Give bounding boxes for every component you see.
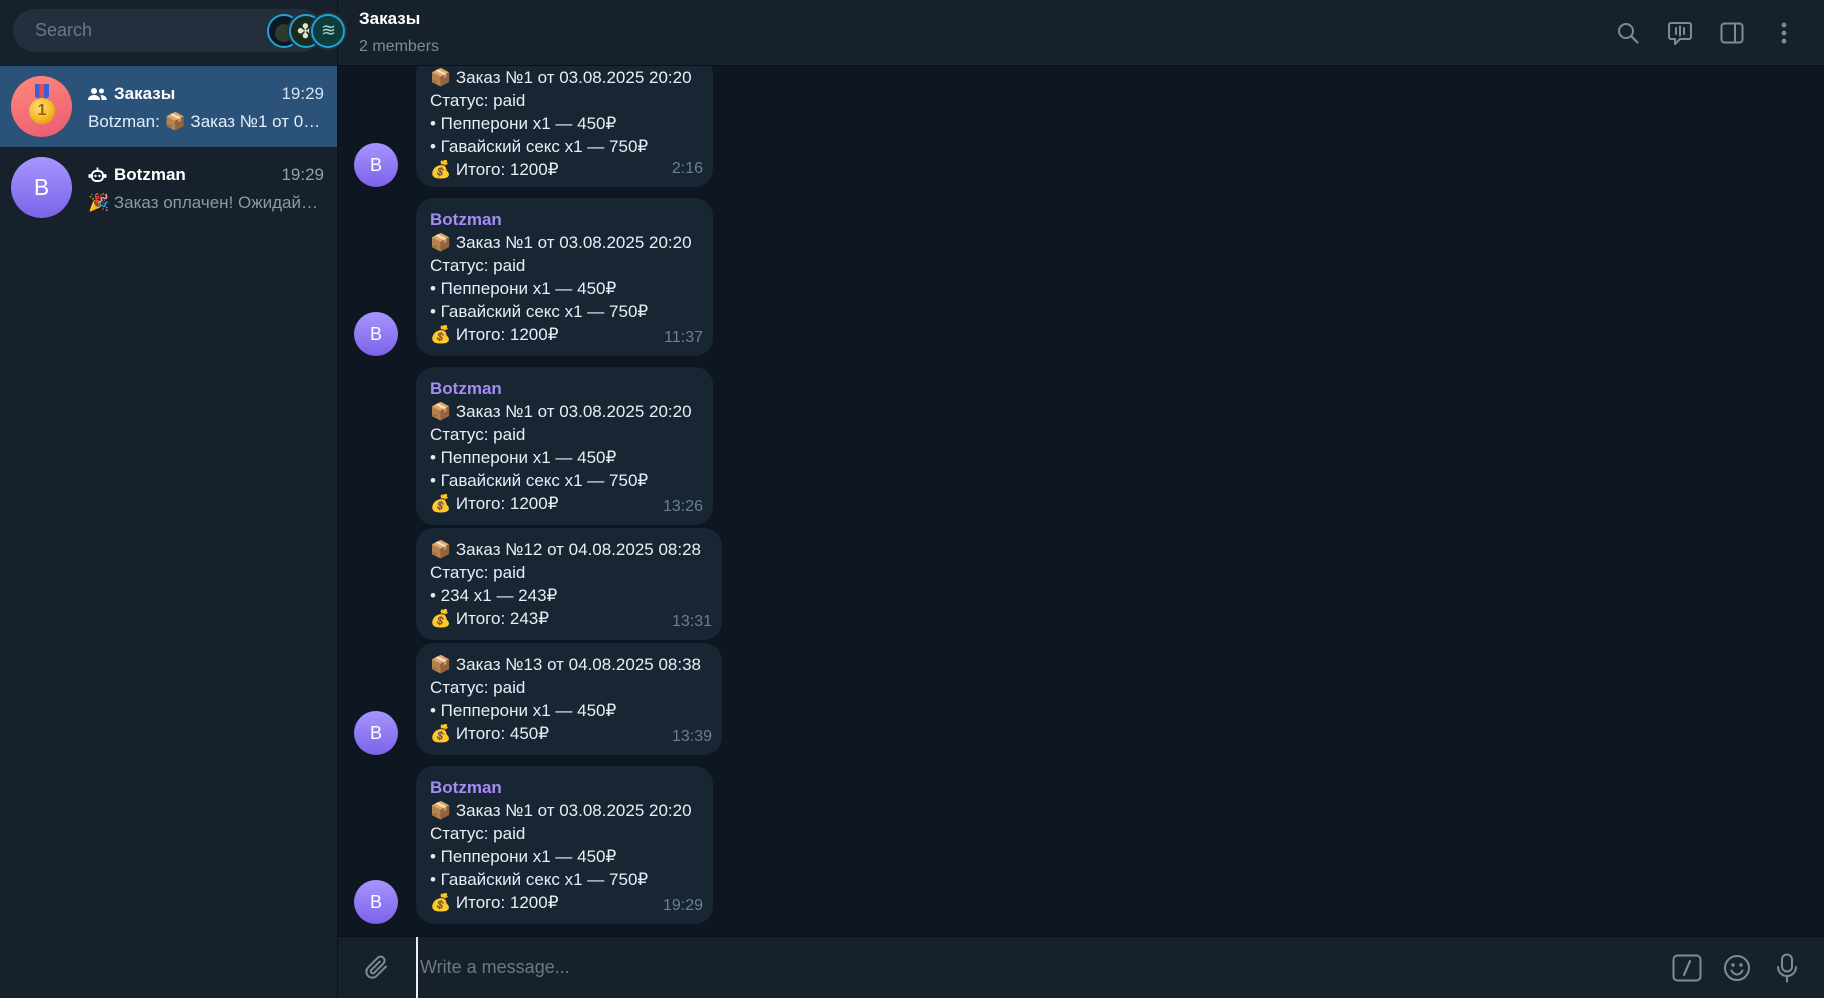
sender-avatar[interactable]: B — [354, 880, 398, 924]
bot-commands-button[interactable] — [1662, 943, 1712, 993]
message-bubble[interactable]: 📦 Заказ №1 от 03.08.2025 20:20 Статус: p… — [416, 66, 713, 187]
chat-top-row: Заказы 19:29 — [88, 81, 324, 107]
message-line: • Пепперони x1 — 450₽ — [430, 847, 617, 866]
sidebar-toggle-icon — [1720, 22, 1744, 43]
chat-time: 19:29 — [281, 84, 324, 103]
message-time: 13:31 — [671, 613, 712, 630]
chat-header-info[interactable]: Заказы 2 members — [359, 9, 439, 56]
message-line: 💰 Итого: 243₽ — [430, 609, 550, 628]
chat-preview: Botzman: 📦 Заказ №1 от 03.08.2025 20:20 — [88, 112, 324, 131]
sender-avatar[interactable]: B — [354, 711, 398, 755]
chat-avatar-orders: 1 — [11, 76, 72, 137]
message-line: Статус: paid — [430, 91, 526, 110]
search-box — [13, 9, 345, 52]
header-actions — [1602, 11, 1810, 55]
message-input[interactable] — [416, 937, 1662, 998]
search-row — [0, 0, 345, 66]
search-input[interactable] — [35, 9, 267, 52]
chat-name: Заказы — [88, 84, 175, 104]
message-bubble[interactable]: Botzman 📦 Заказ №1 от 03.08.2025 20:20 С… — [416, 367, 713, 525]
search-button[interactable] — [1602, 11, 1654, 55]
chat-info: Заказы 19:29 Botzman: 📦 Заказ №1 от 03.0… — [88, 81, 324, 132]
message-line: 📦 Заказ №1 от 03.08.2025 20:20 — [430, 233, 692, 252]
chat-info: Botzman 19:29 🎉 Заказ оплачен! Ожидайте … — [88, 162, 324, 213]
chat-name-label: Botzman — [114, 165, 186, 184]
sender-name[interactable]: Botzman — [430, 377, 699, 400]
record-voice-button[interactable] — [1762, 943, 1812, 993]
sidebar-toggle-button[interactable] — [1706, 11, 1758, 55]
message-line: 📦 Заказ №1 от 03.08.2025 20:20 — [430, 402, 692, 421]
message-bubble[interactable]: Botzman 📦 Заказ №1 от 03.08.2025 20:20 С… — [416, 766, 713, 924]
message-list[interactable]: 📦 Заказ №1 от 03.08.2025 20:20 Статус: p… — [338, 66, 1824, 936]
message-line: • Гавайский секс x1 — 750₽ — [430, 137, 649, 156]
voice-chat-button[interactable] — [1654, 11, 1706, 55]
message-time: 11:37 — [664, 329, 703, 346]
chat-time: 19:29 — [281, 165, 324, 184]
message-line: • Гавайский секс x1 — 750₽ — [430, 870, 649, 889]
message-line: • Гавайский секс x1 — 750₽ — [430, 302, 649, 321]
message-line: 💰 Итого: 1200₽ — [430, 494, 559, 513]
message-line: 📦 Заказ №13 от 04.08.2025 08:38 — [430, 655, 702, 674]
emoji-button[interactable] — [1712, 943, 1762, 993]
chat-member-count: 2 members — [359, 38, 440, 55]
microphone-icon — [1777, 953, 1797, 982]
medal-icon: 1 — [29, 98, 55, 124]
chat-name-label: Заказы — [114, 84, 176, 103]
chat-header: Заказы 2 members — [338, 0, 1824, 66]
search-icon — [1618, 22, 1639, 44]
attach-icon — [365, 955, 387, 979]
message-bubble[interactable]: 📦 Заказ №13 от 04.08.2025 08:38 Статус: … — [416, 643, 722, 755]
message-line: Статус: paid — [430, 563, 526, 582]
message-line: 💰 Итого: 1200₽ — [430, 160, 559, 179]
bot-commands-icon — [1672, 954, 1702, 981]
sender-name[interactable]: Botzman — [430, 776, 699, 799]
stories-strip[interactable] — [267, 13, 345, 48]
message-line: • 234 x1 — 243₽ — [430, 586, 558, 605]
message-bubble[interactable]: 📦 Заказ №12 от 04.08.2025 08:28 Статус: … — [416, 528, 722, 640]
chat-top-row: Botzman 19:29 — [88, 162, 324, 188]
message-line: • Пепперони x1 — 450₽ — [430, 114, 617, 133]
voice-chat-icon — [1668, 21, 1692, 45]
chat-avatar-botzman: B — [11, 157, 72, 218]
message-bubble[interactable]: Botzman 📦 Заказ №1 от 03.08.2025 20:20 С… — [416, 198, 713, 356]
message-line: Статус: paid — [430, 256, 526, 275]
more-button[interactable] — [1758, 11, 1810, 55]
bot-icon — [88, 167, 108, 183]
message-time: 13:39 — [671, 728, 712, 745]
chat-preview: 🎉 Заказ оплачен! Ожидайте доставку — [88, 193, 324, 212]
chat-item-botzman[interactable]: B Botzman 19:29 🎉 Заказ оплачен! Ожидайт… — [0, 147, 337, 228]
group-icon — [88, 86, 108, 102]
message-line: 💰 Итого: 1200₽ — [430, 893, 559, 912]
message-line: • Пепперони x1 — 450₽ — [430, 279, 617, 298]
chat-list-sidebar: 1 Заказы 19:29 Botzman: 📦 Заказ №1 от 03… — [0, 0, 345, 998]
message-line: • Пепперони x1 — 450₽ — [430, 448, 617, 467]
message-line: Статус: paid — [430, 824, 526, 843]
more-icon — [1781, 22, 1787, 43]
story-avatar-3[interactable] — [311, 13, 345, 48]
message-line: • Гавайский секс x1 — 750₽ — [430, 471, 649, 490]
message-line: Статус: paid — [430, 425, 526, 444]
message-line: 💰 Итого: 1200₽ — [430, 325, 559, 344]
chat-panel: Заказы 2 members 📦 Заказ №1 от 03.08.202… — [338, 0, 1824, 998]
attach-button[interactable] — [352, 943, 402, 993]
emoji-icon — [1724, 954, 1750, 981]
sender-avatar[interactable]: B — [354, 143, 398, 187]
message-line: Статус: paid — [430, 678, 526, 697]
message-line: 📦 Заказ №1 от 03.08.2025 20:20 — [430, 801, 692, 820]
message-line: 📦 Заказ №1 от 03.08.2025 20:20 — [430, 68, 692, 87]
telegram-window: 1 Заказы 19:29 Botzman: 📦 Заказ №1 от 03… — [0, 0, 1824, 998]
message-time: 2:16 — [671, 160, 703, 177]
message-time: 19:29 — [662, 897, 703, 914]
chat-title: Заказы — [359, 9, 421, 28]
chat-item-orders[interactable]: 1 Заказы 19:29 Botzman: 📦 Заказ №1 от 03… — [0, 66, 337, 147]
message-line: 📦 Заказ №12 от 04.08.2025 08:28 — [430, 540, 702, 559]
message-composer — [338, 936, 1824, 998]
chat-name: Botzman — [88, 165, 186, 185]
message-line: 💰 Итого: 450₽ — [430, 724, 550, 743]
sender-avatar[interactable]: B — [354, 312, 398, 356]
message-time: 13:26 — [662, 498, 703, 515]
sender-name[interactable]: Botzman — [430, 208, 699, 231]
message-line: • Пепперони x1 — 450₽ — [430, 701, 617, 720]
